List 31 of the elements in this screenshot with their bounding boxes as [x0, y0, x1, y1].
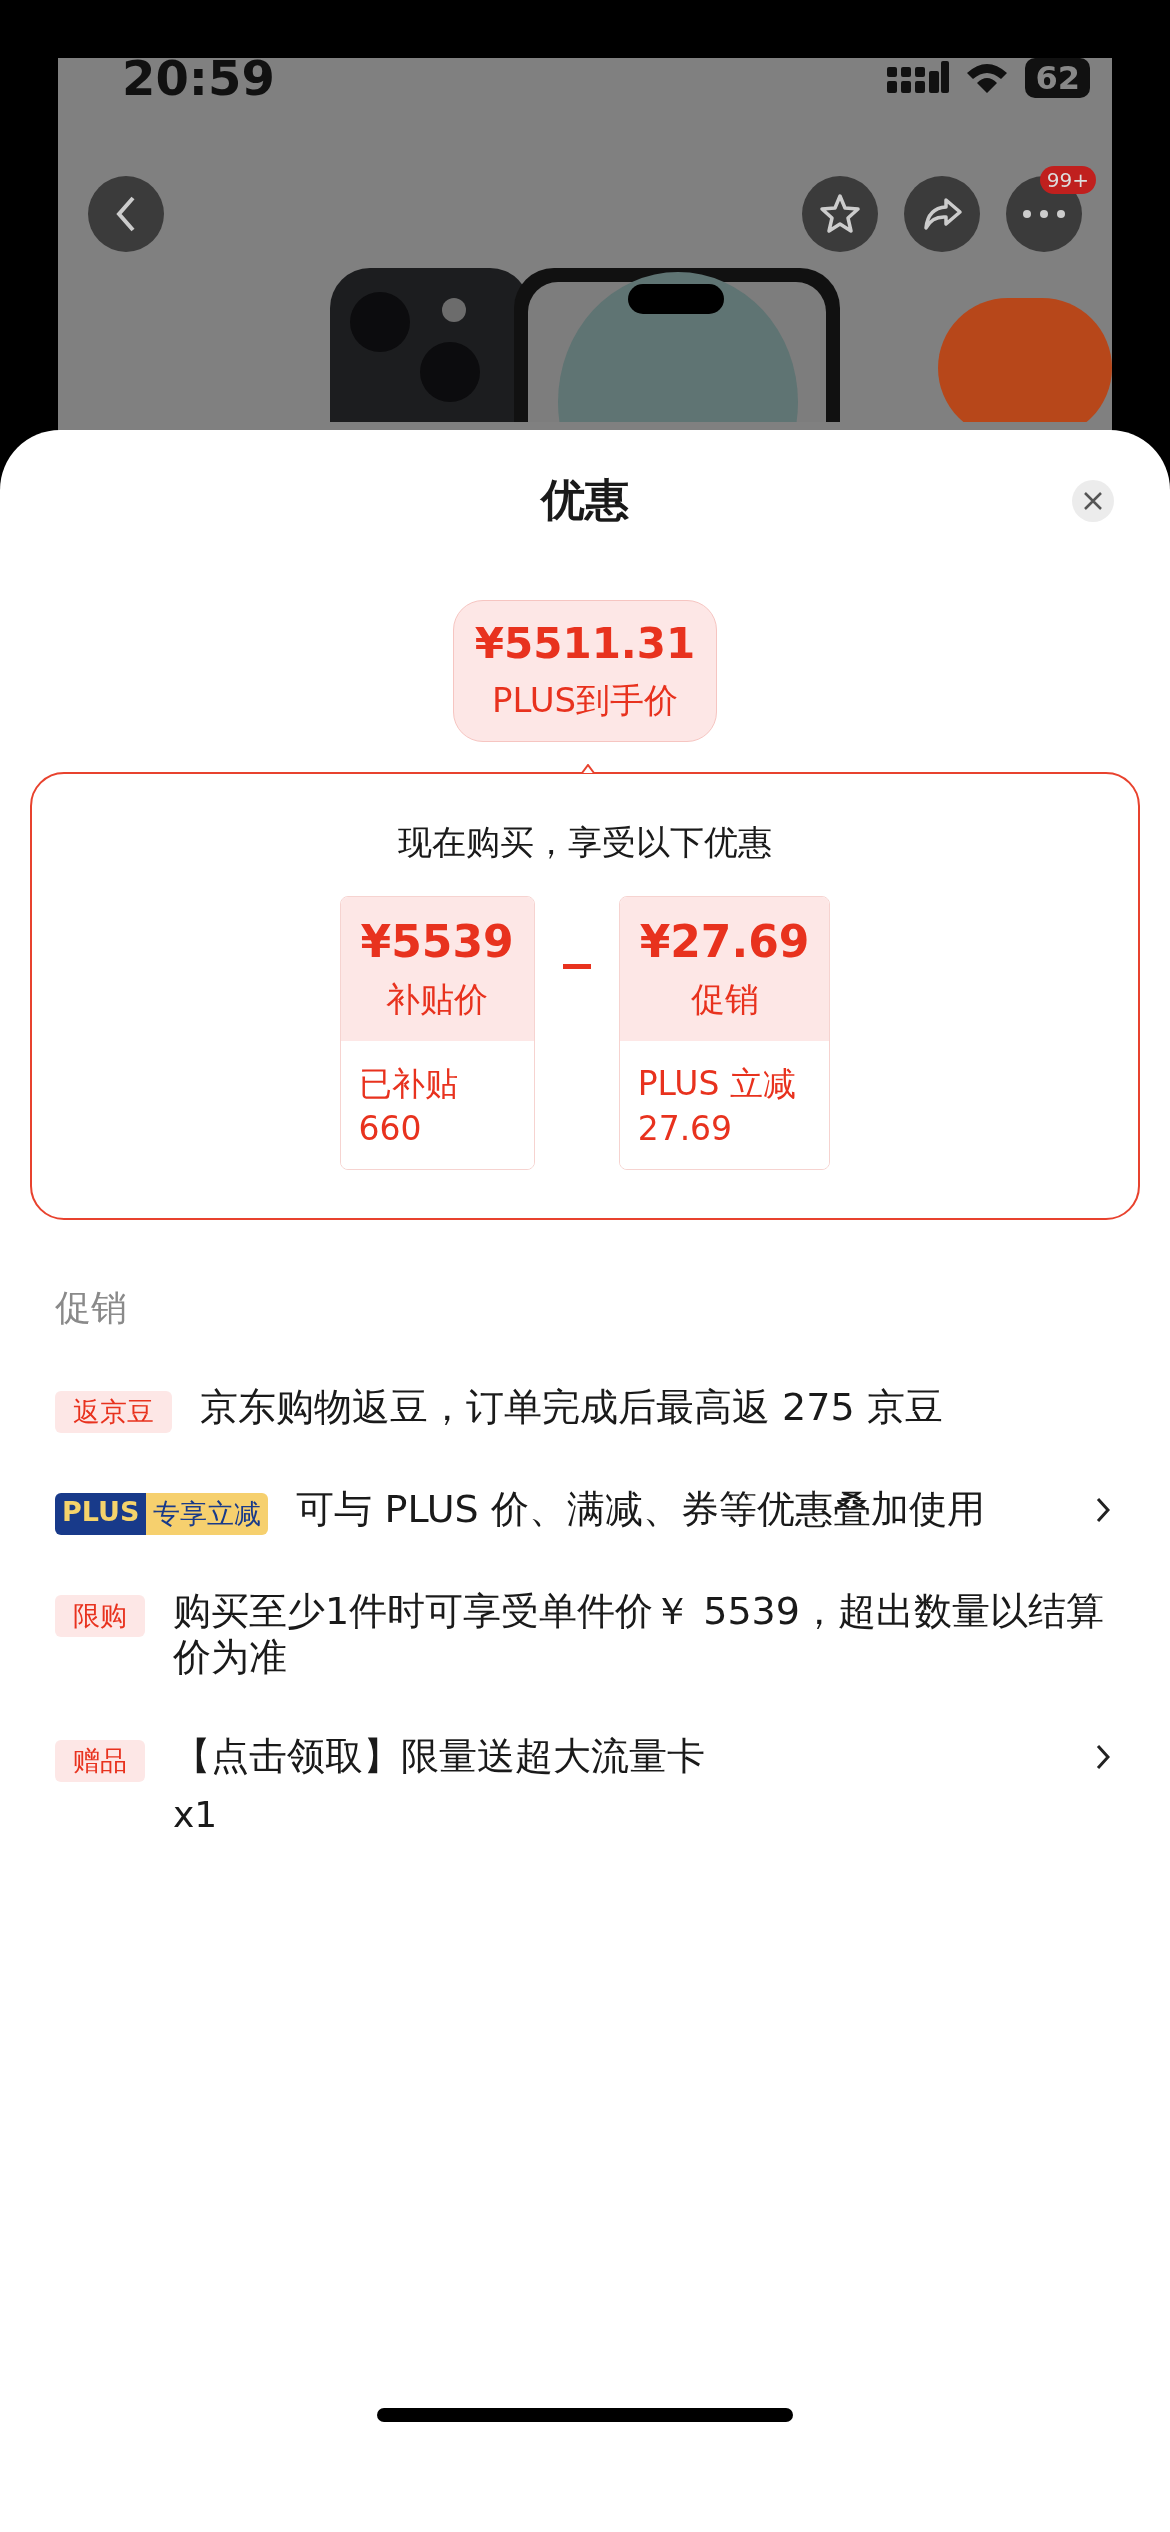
chevron-icon[interactable] [1096, 1497, 1110, 1523]
coupon-amount: ¥27.69 [639, 915, 810, 967]
promo-text[interactable]: 【点击领取】限量送超大流量卡 [173, 1734, 1080, 1780]
sheet-title: 优惠 [541, 472, 629, 527]
coupon-label: 促销 [690, 977, 759, 1021]
final-price-label: PLUS到手价 [491, 678, 679, 722]
promo-tag: 限购 [55, 1595, 145, 1637]
promo-text[interactable]: 可与 PLUS 价、满减、券等优惠叠加使用 [296, 1487, 1080, 1533]
status-time: 20:59 [122, 50, 275, 106]
chevron-icon[interactable] [1096, 1744, 1110, 1771]
signal-icon [887, 61, 950, 95]
promo-text: 京东购物返豆，订单完成后最高返 275 京豆 [200, 1385, 944, 1431]
more-icon [1022, 209, 1066, 219]
close-icon [1082, 490, 1104, 512]
coupon-note: PLUS 立减 [637, 1063, 797, 1105]
coupon-note-value: 660 [358, 1109, 423, 1148]
promo-text: 购买至少1件时可享受单件价￥ 5539，超出数量以结算价为准 [173, 1589, 1105, 1681]
close-button[interactable] [1072, 480, 1114, 522]
final-price: ¥5511.31 [474, 618, 696, 668]
section-title: 促销 [55, 1286, 127, 1330]
coupon-label: 补贴价 [386, 977, 489, 1021]
coupon-note-value: 27.69 [637, 1109, 734, 1148]
minus-icon [562, 964, 591, 969]
promo-tag: 赠品 [55, 1740, 145, 1783]
promo-quantity: x1 [173, 1793, 219, 1835]
battery-indicator: 62 [1025, 58, 1090, 98]
coupon-note: 已补贴 [358, 1063, 459, 1105]
notification-badge: 99+ [1039, 166, 1096, 194]
coupon-amount: ¥5539 [360, 915, 514, 967]
promo-tag: 返京豆 [55, 1391, 172, 1433]
breakdown-heading: 现在购买，享受以下优惠 [398, 821, 772, 864]
